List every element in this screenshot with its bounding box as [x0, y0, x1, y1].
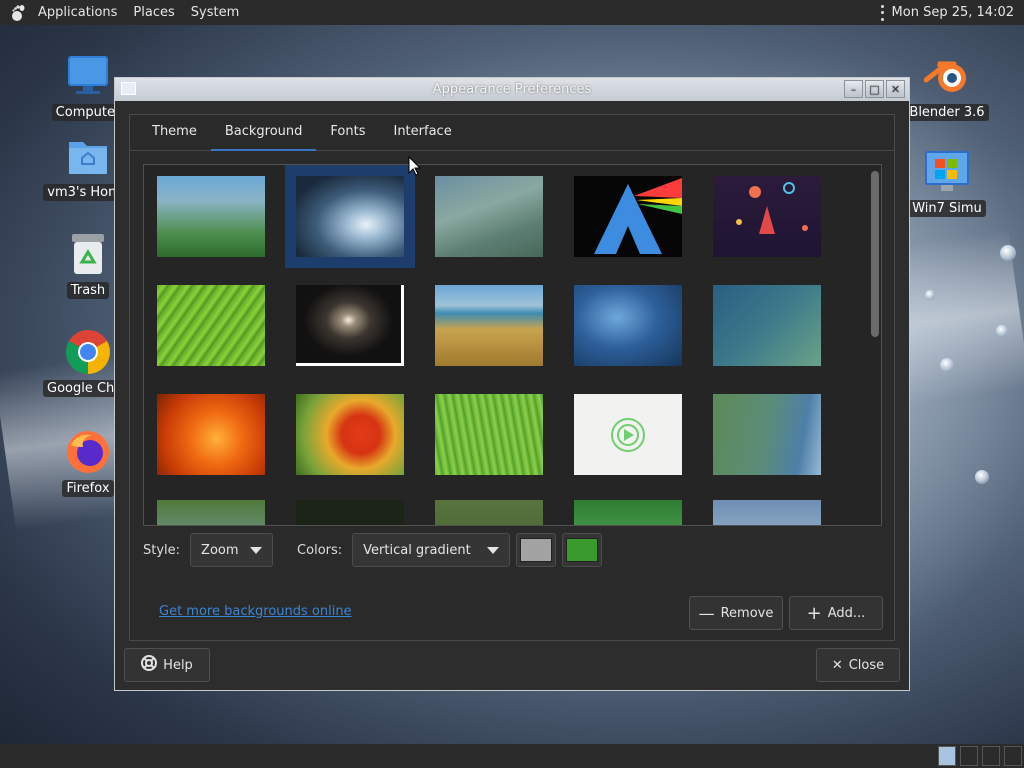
chevron-down-icon: [250, 546, 263, 554]
window-title: Appearance Preferences: [432, 82, 592, 97]
wallpaper-thumbnail[interactable]: [296, 394, 404, 475]
colors-dropdown[interactable]: Vertical gradient: [352, 533, 511, 567]
primary-color-button[interactable]: [516, 533, 557, 567]
tab-theme[interactable]: Theme: [138, 114, 211, 150]
menu-applications[interactable]: Applications: [30, 0, 125, 25]
maximize-button[interactable]: □: [865, 80, 884, 98]
close-window-button[interactable]: ✕: [886, 80, 905, 98]
help-lifebuoy-icon: [141, 655, 158, 675]
menu-system[interactable]: System: [183, 0, 247, 25]
style-dropdown[interactable]: Zoom: [190, 533, 274, 567]
window-titlebar[interactable]: Appearance Preferences – □ ✕: [115, 78, 909, 101]
tab-background[interactable]: Background: [210, 114, 317, 151]
style-value: Zoom: [201, 542, 239, 558]
add-label: Add...: [827, 605, 866, 621]
appearance-preferences-window: Appearance Preferences – □ ✕ Theme Backg…: [114, 77, 910, 691]
window-app-icon: [121, 82, 136, 95]
wallpaper-thumbnail[interactable]: [435, 176, 543, 257]
desktop-icon-label: Trash: [66, 282, 110, 299]
close-label: Close: [848, 657, 885, 673]
minimize-button[interactable]: –: [844, 80, 863, 98]
computer-icon: [64, 52, 112, 100]
wallpaper-drop: [925, 290, 935, 300]
firefox-icon: [64, 428, 112, 476]
minimize-icon: –: [850, 82, 857, 96]
wallpaper-thumbnail[interactable]: [157, 394, 265, 475]
primary-color-swatch: [520, 538, 553, 562]
wallpaper-thumbnail[interactable]: [296, 500, 404, 525]
wallpaper-thumbnail[interactable]: [574, 394, 682, 475]
mouse-cursor-icon: [408, 155, 422, 180]
panel-right: Mon Sep 25, 14:02: [880, 4, 1024, 21]
clock[interactable]: Mon Sep 25, 14:02: [892, 5, 1014, 20]
desktop-icon-label: Firefox: [62, 480, 114, 497]
chrome-icon: [64, 328, 112, 376]
gallery-scrollbar[interactable]: [871, 167, 879, 523]
get-more-backgrounds-link[interactable]: Get more backgrounds online: [159, 604, 352, 619]
wallpaper-thumbnail[interactable]: [713, 176, 821, 257]
wallpaper-drop: [975, 470, 989, 484]
desktop-icon-win7[interactable]: Win7 Simu: [902, 148, 992, 217]
workspace-1-button[interactable]: [938, 746, 956, 766]
add-button[interactable]: + Add...: [789, 596, 883, 630]
menu-places[interactable]: Places: [125, 0, 182, 25]
workspace-3-button[interactable]: [982, 746, 1000, 766]
secondary-color-button[interactable]: [562, 533, 603, 567]
wallpaper-thumbnail[interactable]: [157, 500, 265, 525]
plus-icon: +: [806, 602, 822, 624]
desktop-icon-blender[interactable]: Blender 3.6: [902, 52, 992, 121]
help-button[interactable]: Help: [124, 648, 210, 682]
close-x-icon: ✕: [831, 657, 843, 673]
top-panel: Applications Places System Mon Sep 25, 1…: [0, 0, 1024, 25]
desktop-icon-label: Blender 3.6: [905, 104, 989, 121]
tab-notebook: Theme Background Fonts Interface Style: …: [129, 114, 895, 641]
style-label: Style:: [143, 542, 181, 558]
trash-icon: [64, 230, 112, 278]
wallpaper-drop: [1000, 245, 1016, 261]
wallpaper-thumbnail[interactable]: [574, 500, 682, 525]
blender-icon: [923, 52, 971, 100]
secondary-color-swatch: [566, 538, 599, 562]
wallpaper-thumbnail-selected[interactable]: [285, 165, 415, 268]
win7-simulator-icon: [923, 148, 971, 196]
wallpaper-thumbnail[interactable]: [435, 394, 543, 475]
gallery-scrollbar-thumb[interactable]: [871, 171, 879, 337]
colors-label: Colors:: [297, 542, 343, 558]
remove-button[interactable]: — Remove: [689, 596, 783, 630]
wallpaper-thumbnail[interactable]: [296, 285, 404, 366]
bottom-panel: [0, 744, 1024, 768]
gnome-foot-icon[interactable]: [8, 3, 28, 23]
tab-bar: Theme Background Fonts Interface: [130, 115, 894, 151]
help-label: Help: [163, 657, 193, 673]
workspace-4-button[interactable]: [1004, 746, 1022, 766]
remove-label: Remove: [720, 605, 774, 621]
minus-icon: —: [698, 603, 715, 623]
chevron-down-icon: [487, 546, 500, 554]
home-folder-icon: [64, 132, 112, 180]
wallpaper-thumbnail[interactable]: [713, 285, 821, 366]
wallpaper-drop: [996, 325, 1008, 337]
workspace-2-button[interactable]: [960, 746, 978, 766]
wallpaper-thumbnail[interactable]: [157, 176, 265, 257]
wallpaper-drop: [940, 358, 954, 372]
close-icon: ✕: [890, 82, 901, 96]
style-row: Style: Zoom Colors: Vertical gradient: [143, 533, 883, 567]
wallpaper-thumbnail[interactable]: [574, 176, 682, 257]
wallpaper-thumbnail[interactable]: [713, 500, 821, 525]
wallpaper-thumbnail[interactable]: [435, 500, 543, 525]
wallpaper-thumbnail[interactable]: [435, 285, 543, 366]
wallpaper-thumbnail[interactable]: [713, 394, 821, 475]
colors-value: Vertical gradient: [363, 542, 471, 558]
tab-fonts[interactable]: Fonts: [316, 114, 379, 150]
wallpaper-thumbnail[interactable]: [574, 285, 682, 366]
desktop-icon-label: Win7 Simu: [908, 200, 986, 217]
background-gallery: [143, 164, 882, 526]
wallpaper-thumbnail[interactable]: [157, 285, 265, 366]
tab-interface[interactable]: Interface: [379, 114, 465, 150]
close-button[interactable]: ✕ Close: [816, 648, 900, 682]
window-controls: – □ ✕: [844, 80, 905, 98]
more-options-icon[interactable]: [880, 4, 886, 21]
maximize-icon: □: [869, 82, 880, 96]
